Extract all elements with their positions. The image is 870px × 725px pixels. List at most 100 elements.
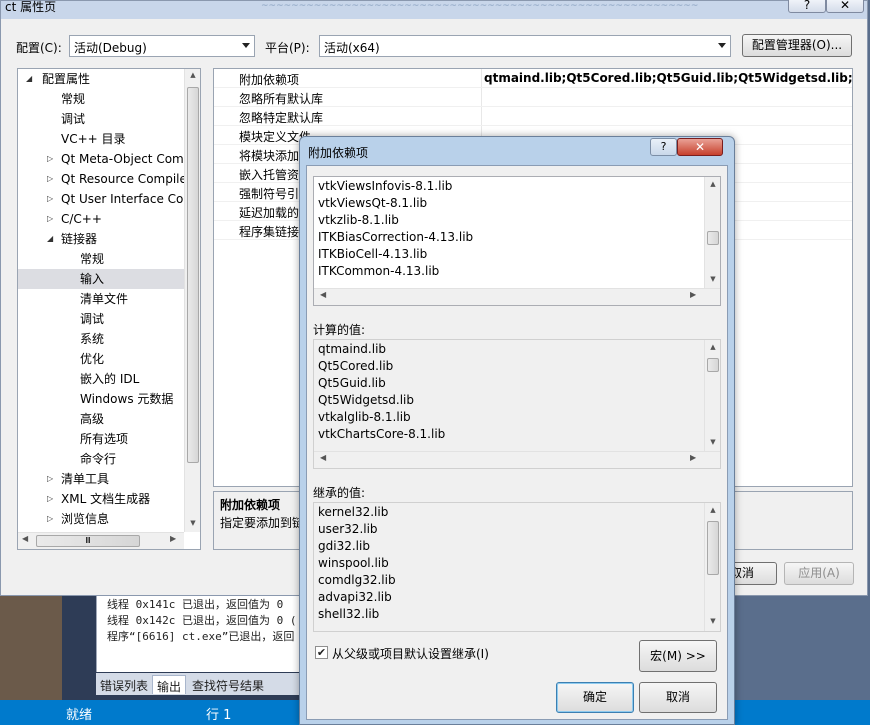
tab-output[interactable]: 输出 [152,675,187,694]
tree-vscroll-thumb[interactable] [187,87,199,463]
tree-hscrollbar[interactable]: ◀ Ⅲ ▶ [18,532,184,549]
apply-button[interactable]: 应用(A) [784,562,854,585]
dialog-cancel-button[interactable]: 取消 [639,682,717,713]
dialog-close-button[interactable]: ✕ [677,138,723,156]
config-select-value: 活动(Debug) [74,41,147,55]
list-item[interactable]: vtkzlib-8.1.lib [318,213,399,227]
list-item[interactable]: vtkViewsInfovis-8.1.lib [318,179,452,193]
property-value[interactable]: qtmaind.lib;Qt5Cored.lib;Qt5Guid.lib;Qt5… [484,71,852,85]
tree-item[interactable]: Windows 元数据 [18,389,184,409]
edit-vscroll-thumb[interactable] [707,231,719,245]
help-button[interactable]: ? [788,0,826,13]
property-row[interactable]: 附加依赖项 qtmaind.lib;Qt5Cored.lib;Qt5Guid.li… [214,69,852,88]
property-name: 忽略所有默认库 [239,92,324,106]
tree-expander-icon[interactable]: ▷ [47,489,53,509]
list-item[interactable]: ITKCommon-4.13.lib [318,264,439,278]
tree-item[interactable]: 命令行 [18,449,184,469]
tree-vscrollbar[interactable]: ▲ ▼ [184,69,200,532]
inherited-vscroll-thumb[interactable] [707,521,719,575]
tree-item[interactable]: 嵌入的 IDL [18,369,184,389]
scroll-down-icon[interactable]: ▼ [705,617,720,625]
edit-vscrollbar[interactable]: ▲ ▼ [704,177,720,288]
titlebar-decoration: ~~~~~~~~~~~~~~~~~~~~~~~~~~~~~~~~~~~~~~~~… [261,1,699,11]
scroll-right-icon[interactable]: ▶ [690,290,696,299]
computed-vscroll-thumb[interactable] [707,358,719,372]
list-item: Qt5Cored.lib [318,359,394,373]
tree-expander-icon[interactable]: ▷ [47,189,53,209]
tab-error-list[interactable]: 错误列表 [96,675,152,694]
scroll-up-icon[interactable]: ▲ [185,71,200,79]
tree-item[interactable]: ▷ C/C++ [18,209,184,229]
scroll-up-icon[interactable]: ▲ [705,343,720,351]
scroll-left-icon[interactable]: ◀ [320,290,326,299]
tree-hscroll-thumb[interactable]: Ⅲ [36,535,140,547]
tree-item[interactable]: ▷ Qt Meta-Object Com [18,149,184,169]
platform-label: 平台(P): [265,41,310,55]
tree-item[interactable]: ▷ 浏览信息 [18,509,184,529]
tree-item-label: 配置属性 [42,72,91,86]
tree-item[interactable]: 调试 [18,309,184,329]
dependencies-edit-box[interactable]: vtkViewsInfovis-8.1.lib vtkViewsQt-8.1.li… [313,176,721,306]
tab-find-symbol-results[interactable]: 查找符号结果 [188,675,268,694]
tree-item-label: Qt Meta-Object Com [61,152,184,166]
tree-expander-icon[interactable]: ▷ [47,169,53,189]
property-row[interactable]: 忽略所有默认库 [214,88,852,107]
tree-item[interactable]: ◢ 链接器 [18,229,184,249]
computed-vscrollbar[interactable]: ▲ ▼ [704,340,720,451]
tree-expander-icon[interactable]: ▷ [47,149,53,169]
tree-item-label: 浏览信息 [61,512,110,526]
scroll-down-icon[interactable]: ▼ [185,519,200,527]
tree-item[interactable]: 系统 [18,329,184,349]
macro-button[interactable]: 宏(M) >> [639,640,717,672]
computed-hscrollbar[interactable]: ◀ ▶ [314,451,720,468]
list-item: comdlg32.lib [318,573,396,587]
tree-item[interactable]: ▷ Qt Resource Compile [18,169,187,189]
scroll-down-icon[interactable]: ▼ [705,438,720,446]
config-select[interactable]: 活动(Debug) [69,35,255,57]
scroll-up-icon[interactable]: ▲ [705,506,720,514]
tree-expander-icon[interactable]: ◢ [26,69,32,89]
scroll-down-icon[interactable]: ▼ [705,275,720,283]
tree-item[interactable]: 所有选项 [18,429,184,449]
tree-item[interactable]: ▷ XML 文档生成器 [18,489,184,509]
property-name: 嵌入托管资 [239,168,300,182]
tree-expander-icon[interactable]: ▷ [47,469,53,489]
tree-item[interactable]: 调试 [18,109,184,129]
tree-expander-icon[interactable]: ▷ [47,509,53,529]
list-item[interactable]: ITKBiasCorrection-4.13.lib [318,230,473,244]
edit-hscrollbar[interactable]: ◀ ▶ [314,288,720,305]
tree-item[interactable]: 常规 [18,249,184,269]
tree-item[interactable]: 常规 [18,89,184,109]
inherit-checkbox-label[interactable]: 从父级或项目默认设置继承(I) [332,645,489,662]
tree-item-label: 所有选项 [80,432,129,446]
scroll-up-icon[interactable]: ▲ [705,180,720,188]
desktop-background [0,590,62,700]
tree-expander-icon[interactable]: ◢ [47,229,53,249]
tree-item[interactable]: ▷ Qt User Interface Co [18,189,184,209]
scroll-right-icon[interactable]: ▶ [690,453,696,462]
tree-item[interactable]: ◢ 配置属性 [18,69,184,89]
tree-item[interactable]: 清单文件 [18,289,184,309]
tree-expander-icon[interactable]: ▷ [47,209,53,229]
tree-item[interactable]: ▷ 清单工具 [18,469,184,489]
close-button[interactable]: ✕ [826,0,864,13]
dialog-help-button[interactable]: ? [650,138,677,156]
list-item: gdi32.lib [318,539,370,553]
config-manager-button[interactable]: 配置管理器(O)... [742,34,852,57]
tree-item-label: Qt Resource Compile [61,172,187,186]
tree-item[interactable]: 输入 [18,269,184,289]
tree-item[interactable]: 优化 [18,349,184,369]
property-row[interactable]: 忽略特定默认库 [214,107,852,126]
list-item[interactable]: vtkViewsQt-8.1.lib [318,196,427,210]
tree-item[interactable]: 高级 [18,409,184,429]
scroll-left-icon[interactable]: ◀ [320,453,326,462]
inherit-checkbox[interactable]: ✔ [315,646,328,659]
ok-button[interactable]: 确定 [556,682,634,713]
platform-select[interactable]: 活动(x64) [319,35,731,57]
scroll-left-icon[interactable]: ◀ [22,534,28,543]
tree-item[interactable]: VC++ 目录 [18,129,184,149]
output-line: 线程 0x142c 已退出，返回值为 0 ( [107,614,297,627]
inherited-vscrollbar[interactable]: ▲ ▼ [704,503,720,631]
scroll-right-icon[interactable]: ▶ [170,534,176,543]
list-item[interactable]: ITKBioCell-4.13.lib [318,247,427,261]
